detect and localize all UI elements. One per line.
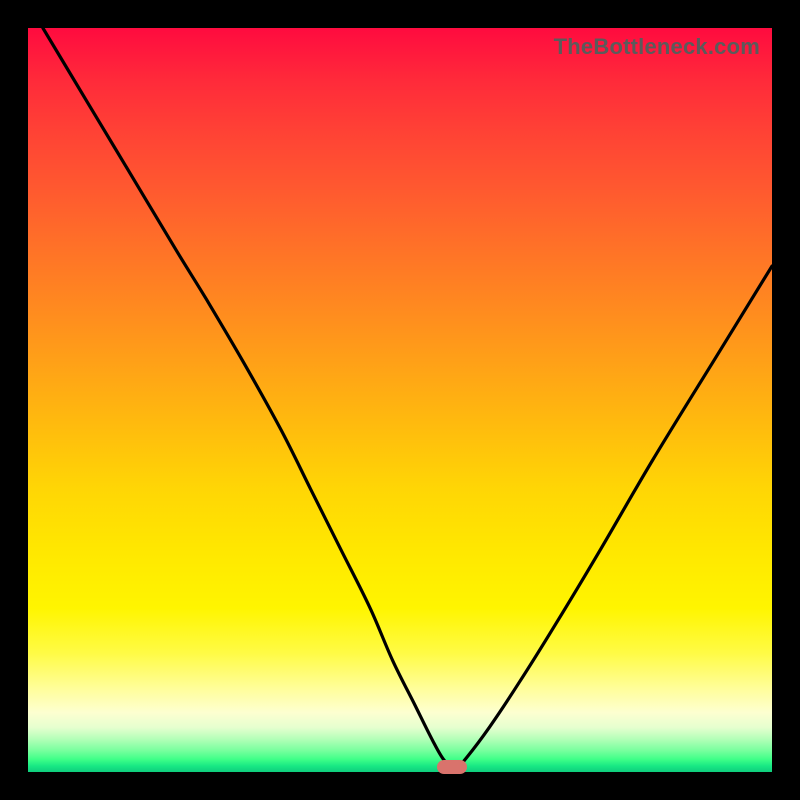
minimum-marker — [437, 760, 467, 774]
plot-area: TheBottleneck.com — [28, 28, 772, 772]
curve-path — [43, 28, 772, 768]
chart-frame: TheBottleneck.com — [0, 0, 800, 800]
bottleneck-curve — [28, 28, 772, 772]
